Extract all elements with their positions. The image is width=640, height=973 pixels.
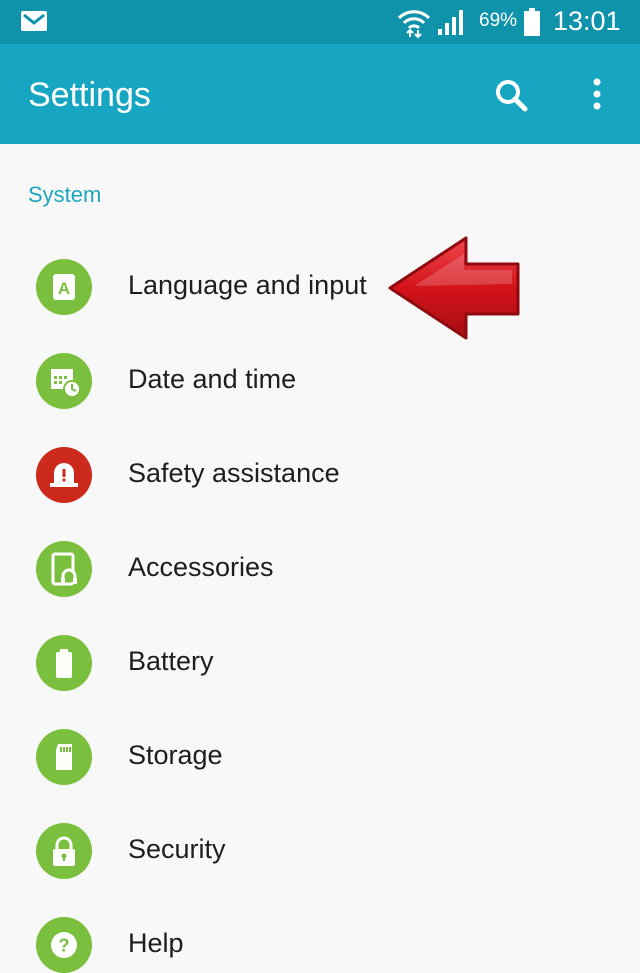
settings-item-label: Help bbox=[128, 928, 184, 958]
language-icon: A bbox=[36, 259, 92, 315]
settings-item-safety-assistance[interactable]: Safety assistance bbox=[0, 428, 640, 522]
settings-item-battery[interactable]: Battery bbox=[0, 616, 640, 710]
mail-icon bbox=[21, 11, 47, 31]
settings-item-date-and-time[interactable]: Date and time bbox=[0, 334, 640, 428]
settings-item-storage[interactable]: Storage bbox=[0, 710, 640, 804]
app-bar: Settings bbox=[0, 44, 640, 144]
settings-item-accessories[interactable]: Accessories bbox=[0, 522, 640, 616]
section-header-system: System bbox=[28, 182, 102, 207]
settings-item-security[interactable]: Security bbox=[0, 804, 640, 898]
settings-item-label: Date and time bbox=[128, 364, 297, 394]
settings-item-help[interactable]: ? Help bbox=[0, 898, 640, 973]
settings-item-label: Accessories bbox=[128, 552, 274, 582]
red-arrow-annotation bbox=[388, 236, 520, 340]
svg-text:?: ? bbox=[59, 936, 70, 956]
accessories-icon bbox=[36, 541, 92, 597]
sd-card-icon bbox=[36, 729, 92, 785]
alert-siren-icon bbox=[36, 447, 92, 503]
clock: 13:01 bbox=[553, 6, 621, 36]
lock-icon bbox=[36, 823, 92, 879]
settings-item-language-and-input[interactable]: A Language and input bbox=[0, 240, 640, 334]
settings-item-label: Storage bbox=[128, 740, 223, 770]
settings-item-label: Language and input bbox=[128, 270, 367, 300]
battery-percent: 69% bbox=[479, 10, 518, 31]
signal-icon bbox=[438, 10, 463, 35]
wifi-icon bbox=[397, 10, 431, 39]
page-title: Settings bbox=[28, 76, 151, 114]
svg-text:A: A bbox=[58, 279, 70, 298]
more-options-icon[interactable] bbox=[584, 74, 610, 114]
calendar-clock-icon bbox=[36, 353, 92, 409]
settings-item-label: Safety assistance bbox=[128, 458, 340, 488]
status-bar: 69% 13:01 bbox=[0, 0, 640, 44]
battery-icon bbox=[524, 8, 540, 36]
settings-item-label: Battery bbox=[128, 646, 214, 676]
search-icon[interactable] bbox=[491, 75, 531, 115]
settings-item-label: Security bbox=[128, 834, 226, 864]
battery-icon bbox=[36, 635, 92, 691]
help-icon: ? bbox=[36, 917, 92, 973]
